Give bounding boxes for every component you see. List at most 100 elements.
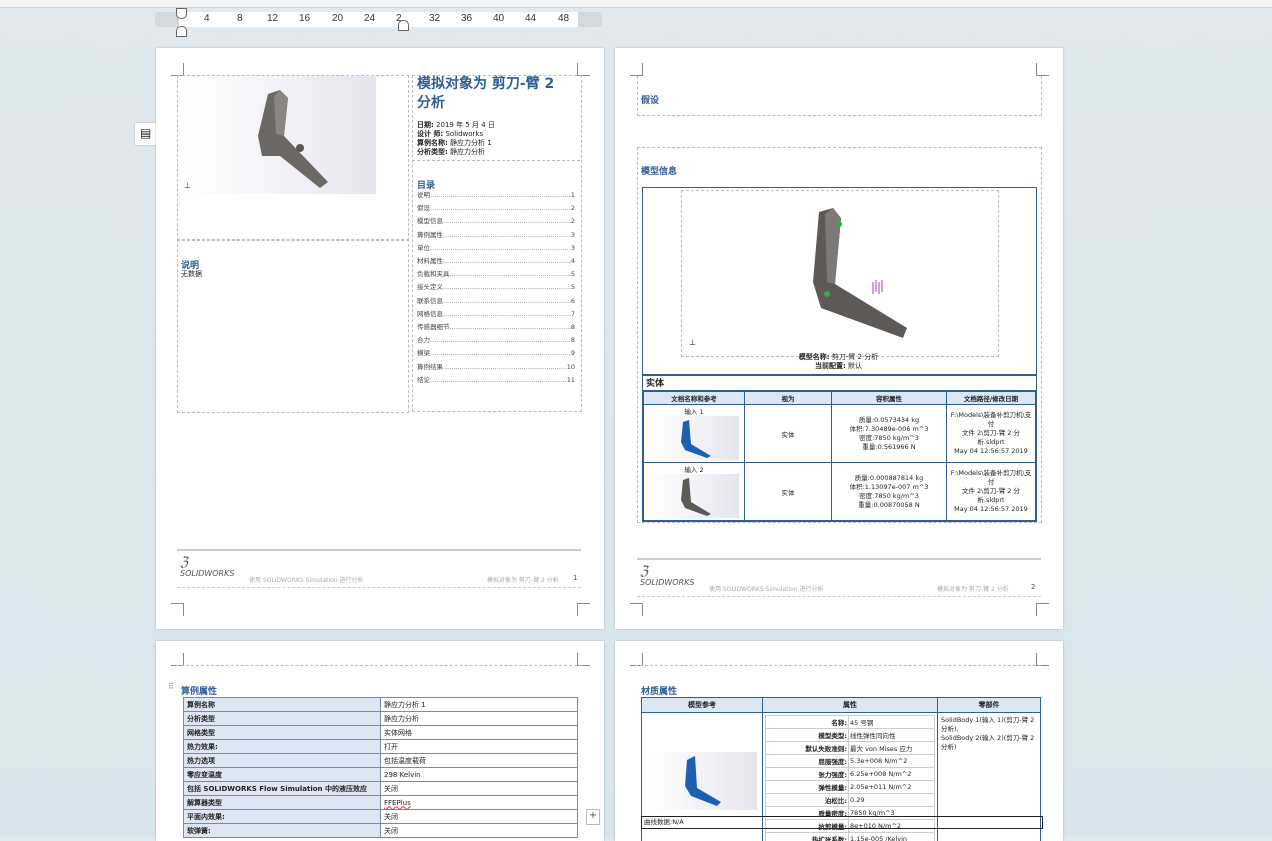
- col-header: 文档路径/修改日期: [947, 392, 1036, 405]
- model-name-value: 剪刀-臂 2 分析: [830, 353, 879, 361]
- toc-page: 2: [571, 202, 575, 215]
- axis-triad-icon: ⊥: [689, 338, 696, 347]
- assumptions-heading: 假设: [641, 93, 659, 106]
- page-3[interactable]: ⠿ 算例属性 算例名称静应力分析 1 分析类型静应力分析 网格类型实体网格 热力…: [156, 641, 604, 841]
- prop-key: 平面内效果:: [184, 810, 381, 824]
- toc-item[interactable]: 说明1: [417, 189, 575, 202]
- toc-page: 10: [567, 361, 575, 374]
- crop-mark: [1036, 603, 1049, 616]
- ruler-tick: 20: [332, 13, 343, 24]
- toc-item[interactable]: 单位 3: [417, 242, 575, 255]
- mat-prop-row: 张力强度:6.25e+008 N/m^2: [766, 768, 935, 781]
- toc-item[interactable]: 负载和夹具5: [417, 268, 575, 281]
- toc-item[interactable]: 算例结果 10: [417, 361, 575, 374]
- toc-item[interactable]: 材料属性4: [417, 255, 575, 268]
- toc-item[interactable]: 联系信息6: [417, 295, 575, 308]
- prop-value: FFEPlus: [381, 796, 578, 810]
- mat-value: 6.25e+008 N/m^2: [849, 768, 935, 781]
- prop-value: 静应力分析 1: [381, 698, 578, 712]
- right-indent-marker[interactable]: [398, 20, 409, 31]
- prop-value: 关闭: [381, 824, 578, 838]
- treat-as-cell: 实体: [745, 405, 832, 463]
- toc-item[interactable]: 合力8: [417, 334, 575, 347]
- toc-label: 模型信息: [417, 215, 443, 228]
- meta-value: 静应力分析: [448, 148, 485, 156]
- toc-page: 5: [571, 268, 575, 281]
- table-row: 热力效果:打开: [184, 740, 578, 754]
- mat-prop-row: 默认失败准则:最大 von Mises 应力: [766, 742, 935, 755]
- horizontal-ruler[interactable]: 4 8 12 16 20 24 2 32 36 40 44 48: [155, 12, 602, 27]
- table-header-row: 文档名称和参考 视为 容积属性 文档路径/修改日期: [644, 392, 1036, 405]
- toc-item[interactable]: 结论11: [417, 374, 575, 387]
- table-row: 输入 2 实体 质量:0.000887814 kg 体积:1.13097e-00…: [644, 463, 1036, 521]
- description-text: 无数据: [181, 270, 202, 279]
- left-indent-marker[interactable]: [176, 26, 187, 37]
- toc-item[interactable]: 横梁9: [417, 347, 575, 360]
- config-label: 当前配置:: [815, 362, 846, 370]
- material-thumbnail: [647, 752, 757, 810]
- toc-item[interactable]: 假设2: [417, 202, 575, 215]
- solidworks-logo: ℨ SOLIDWORKS: [640, 566, 694, 587]
- page-2[interactable]: 假设 模型信息 ⊥ 模型名称: 剪刀-臂 2 分析 当前配置: 默认 实体 文档…: [615, 48, 1063, 629]
- mat-key: 默认失败准则:: [766, 742, 849, 755]
- body-thumbnail: [649, 416, 739, 460]
- toc-item[interactable]: 模型信息 2: [417, 215, 575, 228]
- body-cell: 输入 2: [644, 463, 745, 521]
- mat-key: 名称:: [766, 716, 849, 729]
- mat-prop-row: 模型类型:线性弹性同向性: [766, 729, 935, 742]
- mat-prop-row: 屈服强度:5.3e+008 N/m^2: [766, 755, 935, 768]
- toc-page: 3: [571, 242, 575, 255]
- solid-bodies-table: 文档名称和参考 视为 容积属性 文档路径/修改日期 输入 1 实体 质量:0.0…: [643, 391, 1036, 521]
- assumptions-frame: [637, 76, 1042, 116]
- toc-item[interactable]: 算例属性3: [417, 229, 575, 242]
- description-frame: [177, 239, 409, 413]
- model-name-label: 模型名称:: [799, 353, 830, 361]
- ruler-tick: 8: [237, 13, 243, 24]
- ds-logo-icon: ℨ: [180, 557, 234, 569]
- page-4[interactable]: 材质属性 模型参考 属性 零部件 名称:45 号钢 模型类型:线性弹性同向性 默…: [615, 641, 1063, 841]
- table-row: 零应变温度298 Kelvin: [184, 768, 578, 782]
- mass-prop: 体积:1.13097e-007 m^3: [833, 483, 945, 492]
- toc-item[interactable]: 网格信息7: [417, 308, 575, 321]
- toc-page: 7: [571, 308, 575, 321]
- toc-label: 单位: [417, 242, 430, 255]
- first-line-indent-marker[interactable]: [176, 8, 187, 19]
- crop-mark: [630, 63, 643, 76]
- ds-logo-icon: ℨ: [640, 566, 694, 578]
- ruler-tick: 24: [364, 13, 375, 24]
- report-title-line2: 分析: [417, 94, 554, 113]
- prop-key: 算例名称: [184, 698, 381, 712]
- mat-value: 2.05e+011 N/m^2: [849, 781, 935, 794]
- meta-label: 日期:: [417, 121, 434, 129]
- table-row: 平面内效果:关闭: [184, 810, 578, 824]
- table-move-handle-icon[interactable]: ⠿: [168, 682, 174, 691]
- toc-item[interactable]: 接头定义5: [417, 281, 575, 294]
- ruler-tick: 32: [429, 13, 440, 24]
- prop-value: 静应力分析: [381, 712, 578, 726]
- toc-page: 2: [571, 215, 575, 228]
- mass-prop: 质量:0.0573434 kg: [833, 416, 945, 425]
- mat-prop-row: 名称:45 号钢: [766, 716, 935, 729]
- toc-page: 8: [571, 334, 575, 347]
- body-cell: 输入 1: [644, 405, 745, 463]
- page-number: 1: [573, 574, 577, 582]
- add-row-button[interactable]: +: [586, 809, 600, 825]
- path-line: F:\Models\装备补剪刀机\支付: [948, 469, 1034, 487]
- body-1-render: [649, 416, 739, 460]
- mat-key: 张力强度:: [766, 768, 849, 781]
- modified-date: May 04 12:56:57 2019: [948, 505, 1034, 514]
- col-header: 模型参考: [642, 698, 763, 713]
- mat-value: 最大 von Mises 应力: [849, 742, 935, 755]
- toc-page: 1: [571, 189, 575, 202]
- mat-prop-row: 泊松比:0.29: [766, 794, 935, 807]
- path-cell: F:\Models\装备补剪刀机\支付 文件 2\剪刀-臂 2 分 析.sldp…: [947, 463, 1036, 521]
- page-1[interactable]: ⊥ 说明 无数据 模拟对象为 剪刀-臂 2 分析 日期: 2019 年 5 月 …: [156, 48, 604, 629]
- toc-page: 5: [571, 281, 575, 294]
- study-props-table: 算例名称静应力分析 1 分析类型静应力分析 网格类型实体网格 热力效果:打开 热…: [183, 697, 578, 838]
- toc-label: 算例结果: [417, 361, 443, 374]
- ruler-tick: 12: [267, 13, 278, 24]
- toc-item[interactable]: 传感器细节8: [417, 321, 575, 334]
- table-row: 算例名称静应力分析 1: [184, 698, 578, 712]
- prop-key: 热力效果:: [184, 740, 381, 754]
- solidworks-logo: ℨ SOLIDWORKS: [180, 557, 234, 578]
